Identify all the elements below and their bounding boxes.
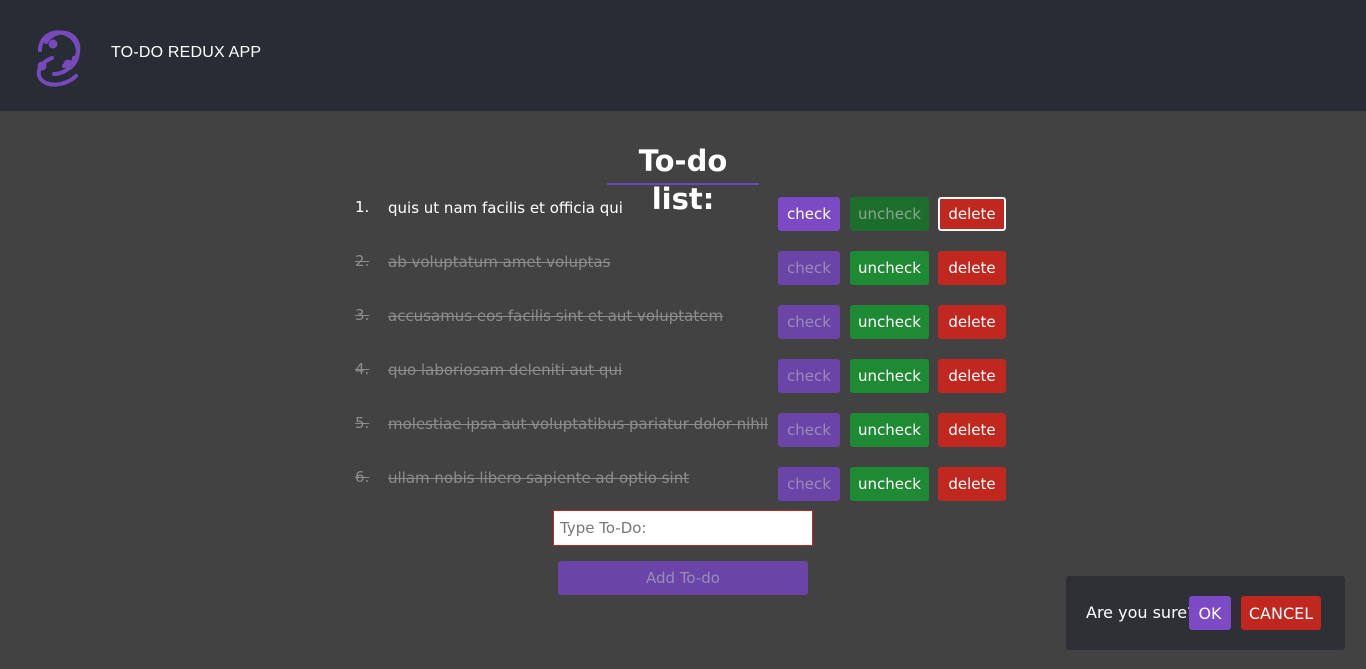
- todo-row: 6. ullam nobis libero sapiente ad optio …: [0, 467, 1366, 501]
- todo-row: 2. ab voluptatum amet voluptas check unc…: [0, 251, 1366, 285]
- uncheck-button[interactable]: uncheck: [850, 251, 929, 285]
- delete-button[interactable]: delete: [938, 305, 1006, 339]
- todo-number: 1.: [355, 198, 370, 216]
- confirm-dialog: Are you sure? OK CANCEL: [1066, 576, 1345, 650]
- check-button[interactable]: check: [778, 305, 840, 339]
- uncheck-button[interactable]: uncheck: [850, 359, 929, 393]
- todo-text: ab voluptatum amet voluptas: [388, 253, 611, 271]
- cancel-button[interactable]: CANCEL: [1241, 596, 1321, 630]
- todo-number: 5.: [355, 414, 370, 432]
- todo-number: 6.: [355, 468, 370, 486]
- check-button[interactable]: check: [778, 467, 840, 501]
- uncheck-button[interactable]: uncheck: [850, 467, 929, 501]
- uncheck-button[interactable]: uncheck: [850, 197, 929, 231]
- todo-text: ullam nobis libero sapiente ad optio sin…: [388, 469, 690, 487]
- todo-row: 4. quo laboriosam deleniti aut qui check…: [0, 359, 1366, 393]
- todo-number: 2.: [355, 252, 370, 270]
- delete-button[interactable]: delete: [938, 197, 1006, 231]
- todo-text: accusamus eos facilis sint et aut volupt…: [388, 307, 724, 325]
- check-button[interactable]: check: [778, 413, 840, 447]
- delete-button[interactable]: delete: [938, 359, 1006, 393]
- ok-button[interactable]: OK: [1189, 596, 1231, 630]
- check-button[interactable]: check: [778, 251, 840, 285]
- uncheck-button[interactable]: uncheck: [850, 413, 929, 447]
- todo-text: molestiae ipsa aut voluptatibus pariatur…: [388, 415, 769, 433]
- todo-number: 3.: [355, 306, 370, 324]
- todo-input[interactable]: [553, 510, 813, 546]
- add-todo-button[interactable]: Add To-do: [558, 561, 808, 595]
- delete-button[interactable]: delete: [938, 251, 1006, 285]
- check-button[interactable]: check: [778, 359, 840, 393]
- todo-row: 1. quis ut nam facilis et officia qui ch…: [0, 197, 1366, 231]
- delete-button[interactable]: delete: [938, 413, 1006, 447]
- uncheck-button[interactable]: uncheck: [850, 305, 929, 339]
- delete-button[interactable]: delete: [938, 467, 1006, 501]
- todo-number: 4.: [355, 360, 370, 378]
- todo-text: quo laboriosam deleniti aut qui: [388, 361, 623, 379]
- todo-row: 5. molestiae ipsa aut voluptatibus paria…: [0, 413, 1366, 447]
- todo-row: 3. accusamus eos facilis sint et aut vol…: [0, 305, 1366, 339]
- redux-logo-icon[interactable]: [24, 22, 92, 88]
- app-header: TO-DO REDUX APP: [0, 0, 1366, 111]
- app-title: TO-DO REDUX APP: [111, 44, 262, 61]
- confirm-text: Are you sure?: [1086, 603, 1196, 622]
- title-underline: [607, 183, 759, 185]
- check-button[interactable]: check: [778, 197, 840, 231]
- todo-text: quis ut nam facilis et officia qui: [388, 199, 623, 217]
